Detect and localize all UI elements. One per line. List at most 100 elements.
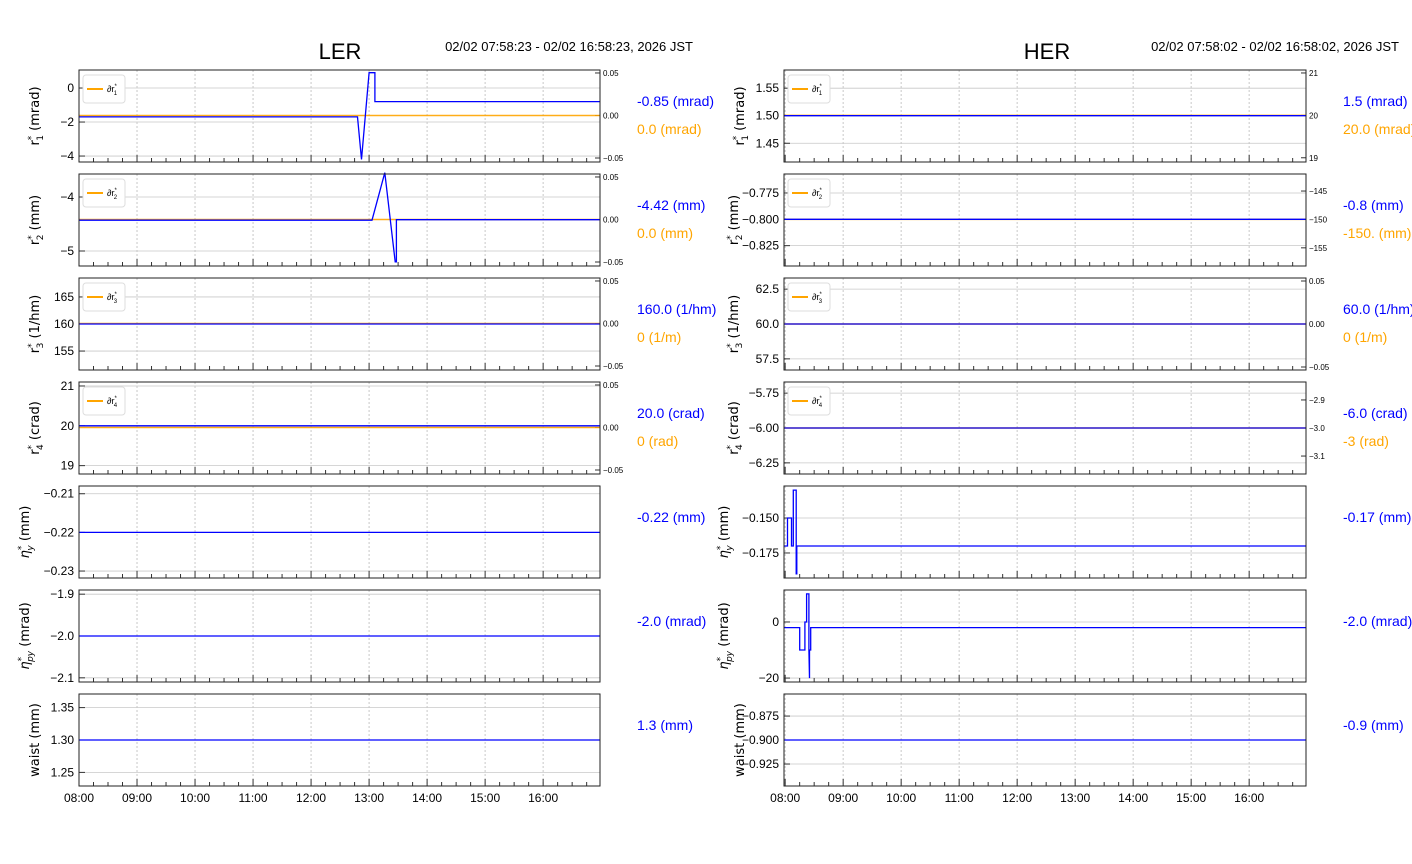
y-tick-label: 1.55	[756, 81, 780, 95]
y-tick-label: −0.22	[44, 525, 75, 539]
legend: ∂r* 1	[82, 74, 126, 104]
current-value: -0.85 (mrad)	[637, 93, 714, 109]
legend: ∂r* 2	[82, 178, 126, 208]
right-y-tick-label: 0.05	[1309, 277, 1325, 286]
x-tick-label: 11:00	[945, 791, 974, 805]
main-series-line	[784, 593, 1306, 679]
x-tick-label: 14:00	[412, 791, 442, 805]
date-range: 02/02 07:58:23 - 02/02 16:58:23, 2026 JS…	[445, 39, 693, 54]
current-value: -0.8 (mm)	[1343, 197, 1404, 213]
y-tick-label: −0.150	[742, 511, 779, 525]
y-label-unit: (mm)	[717, 506, 732, 546]
figure: LER 02/02 07:58:23 - 02/02 16:58:23, 2026…	[17, 39, 1412, 805]
y-tick-label: 60.0	[756, 317, 780, 331]
chart-her: HER 02/02 07:58:02 - 02/02 16:58:02, 2026…	[716, 39, 1412, 805]
legend: ∂r* 4	[787, 386, 831, 416]
y-tick-label: −2.1	[50, 671, 74, 685]
current-value: -2.0 (mrad)	[637, 613, 706, 629]
y-axis-label: r*3 (1/hm)	[27, 295, 46, 353]
x-tick-label: 08:00	[64, 791, 94, 805]
y-label-unit: (1/hm)	[28, 295, 43, 343]
x-tick-label: 10:00	[886, 791, 916, 805]
current-value: 160.0 (1/hm)	[637, 301, 716, 317]
legend: ∂r* 2	[787, 178, 831, 208]
x-tick-label: 16:00	[528, 791, 558, 805]
x-tick-label: 08:00	[770, 791, 800, 805]
y-label-subscript: py	[26, 650, 36, 663]
right-y-tick-label: 0.05	[603, 173, 619, 182]
current-value: -2.0 (mrad)	[1343, 613, 1412, 629]
right-y-tick-label: −145	[1309, 187, 1328, 196]
x-tick-label: 12:00	[1002, 791, 1032, 805]
y-tick-label: 160	[54, 317, 74, 331]
y-axis-label: r*4 (crad)	[27, 401, 46, 455]
panel-6: 0 −20 η*py (mrad) -2.0 (mrad)	[716, 589, 1412, 685]
y-tick-label: −20	[759, 671, 780, 685]
right-y-tick-label: −3.0	[1309, 424, 1325, 433]
y-tick-label: 1.45	[756, 136, 780, 150]
y-axis-label: η*py (mrad)	[17, 602, 36, 669]
y-label-subscript: py	[725, 650, 735, 663]
y-tick-label: −0.800	[742, 212, 779, 226]
reference-value: 0 (1/m)	[1343, 329, 1387, 345]
current-value: 1.3 (mm)	[637, 717, 693, 733]
x-tick-label: 12:00	[296, 791, 326, 805]
y-axis-label: r*2 (mm)	[27, 195, 46, 245]
x-tick-label: 10:00	[180, 791, 210, 805]
panel-5: −0.150 −0.175 η*y (mm) -0.17 (mm)	[716, 485, 1411, 579]
right-y-tick-label: −150	[1309, 215, 1328, 224]
y-tick-label: 57.5	[756, 352, 780, 366]
panel-1: 1.55 1.50 1.45 r*1 (mrad) 21 20 19 ∂r* 1 1.5 (mra…	[732, 69, 1412, 163]
y-tick-label: −2.0	[50, 629, 74, 643]
legend: ∂r* 3	[787, 282, 831, 312]
date-range: 02/02 07:58:02 - 02/02 16:58:02, 2026 JS…	[1151, 39, 1399, 54]
y-tick-label: −6.00	[749, 421, 780, 435]
chart-title: HER	[1024, 39, 1070, 64]
y-axis-label: η*y (mm)	[17, 506, 36, 559]
y-tick-label: 0	[67, 81, 74, 95]
panel-2: −0.775−0.800−0.825r*2 (mm)−145−150−155∂r…	[726, 173, 1411, 267]
y-tick-label: −5	[60, 244, 74, 258]
y-label-unit: (1/hm)	[727, 295, 742, 343]
right-y-tick-label: −0.05	[603, 466, 624, 475]
right-y-tick-label: −2.9	[1309, 396, 1325, 405]
chart-title: LER	[319, 39, 362, 64]
reference-value: 0 (rad)	[637, 433, 678, 449]
reference-value: -150. (mm)	[1343, 225, 1411, 241]
panel-3: 165 160 155 r*3 (1/hm) 0.05 0.00 −0.05 ∂r* 3 160.…	[27, 277, 716, 371]
legend: ∂r* 3	[82, 282, 126, 312]
y-tick-label: −0.775	[742, 186, 779, 200]
right-y-tick-label: 0.00	[603, 423, 619, 432]
y-label-unit: (mm)	[28, 703, 43, 743]
x-tick-label: 13:00	[1060, 791, 1090, 805]
x-tick-label: 13:00	[354, 791, 384, 805]
panel-4: −5.75 −6.00 −6.25 r*4 (crad) −2.9 −3.0 −3.1 ∂r*…	[726, 381, 1408, 475]
panel-frame	[783, 589, 1307, 683]
current-value: 60.0 (1/hm)	[1343, 301, 1412, 317]
right-y-tick-label: 0.00	[603, 319, 619, 328]
y-axis-label: waist (mm)	[28, 703, 43, 777]
panel-7: 1.35 1.30 1.25 waist (mm) 1.3 (mm) 08:00 09:00…	[28, 693, 693, 805]
panel-frame	[783, 485, 1307, 579]
x-tick-label: 16:00	[1234, 791, 1264, 805]
panel-3: 62.5 60.0 57.5 r*3 (1/hm) 0.05 0.00 −0.05 ∂r* 3 6…	[726, 277, 1412, 372]
panel-7: −0.875−0.900−0.925waist (mm) -0.9 (mm)08:…	[733, 693, 1404, 805]
y-label-unit: (mrad)	[28, 86, 43, 135]
y-tick-label: −4	[60, 149, 74, 163]
right-y-tick-label: 0.00	[603, 215, 619, 224]
y-axis-label: r*1 (mrad)	[27, 86, 46, 145]
panel-2: −4 −5 r*2 (mm) 0.05 0.00 −0.05 ∂r* 2 -4.42 (mm) 0…	[27, 172, 705, 267]
y-tick-label: 21	[61, 379, 75, 393]
right-y-tick-label: 0.00	[603, 111, 619, 120]
y-axis-label: r*1 (mrad)	[732, 86, 751, 145]
y-tick-label: 19	[61, 459, 75, 473]
panel-5: −0.21 −0.22 −0.23 η*y (mm) -0.22 (mm)	[17, 485, 705, 579]
right-y-tick-label: −0.05	[603, 154, 624, 163]
x-tick-label: 14:00	[1118, 791, 1148, 805]
current-value: -0.22 (mm)	[637, 509, 705, 525]
current-value: 20.0 (crad)	[637, 405, 705, 421]
right-y-tick-label: −155	[1309, 244, 1328, 253]
main-series-line	[79, 172, 600, 263]
chart-ler: LER 02/02 07:58:23 - 02/02 16:58:23, 2026…	[17, 39, 716, 805]
right-y-tick-label: −0.05	[1309, 363, 1330, 372]
